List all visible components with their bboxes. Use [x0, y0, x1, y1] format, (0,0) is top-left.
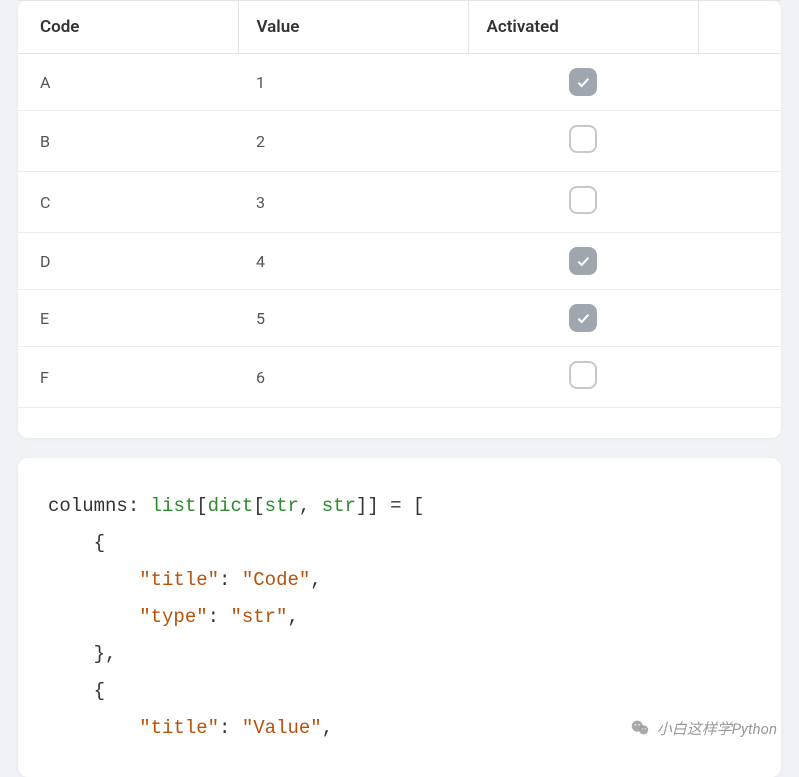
code-token: list — [151, 495, 197, 517]
data-table-card: Code Value Activated A1B2C3D4E5F6 — [18, 0, 781, 438]
cell-code: F — [18, 347, 238, 408]
code-token: ]] = [ — [356, 495, 424, 517]
code-token: { — [94, 532, 105, 554]
code-token: [ — [253, 495, 264, 517]
cell-code: A — [18, 54, 238, 111]
activated-checkbox[interactable] — [569, 186, 597, 214]
code-token: columns — [48, 495, 128, 517]
code-token: , — [310, 569, 321, 591]
code-token: : — [128, 495, 151, 517]
cell-extra — [698, 172, 781, 233]
cell-activated — [468, 290, 698, 347]
watermark-text: 小白这样学Python — [657, 718, 777, 739]
table-row: F6 — [18, 347, 781, 408]
cell-extra — [698, 347, 781, 408]
cell-extra — [698, 111, 781, 172]
table-row: A1 — [18, 54, 781, 111]
cell-value: 3 — [238, 172, 468, 233]
code-token: "Code" — [242, 569, 310, 591]
header-extra — [698, 1, 781, 54]
code-token: "str" — [230, 606, 287, 628]
code-token: : — [219, 569, 242, 591]
table-row: D4 — [18, 233, 781, 290]
activated-checkbox[interactable] — [569, 304, 597, 332]
code-token: }, — [94, 643, 117, 665]
code-token: dict — [208, 495, 254, 517]
code-token: str — [265, 495, 299, 517]
code-token: : — [208, 606, 231, 628]
header-code: Code — [18, 1, 238, 54]
code-token: , — [287, 606, 298, 628]
code-token: [ — [196, 495, 207, 517]
activated-checkbox[interactable] — [569, 361, 597, 389]
cell-value: 2 — [238, 111, 468, 172]
cell-value: 6 — [238, 347, 468, 408]
cell-activated — [468, 347, 698, 408]
data-table: Code Value Activated A1B2C3D4E5F6 — [18, 0, 781, 408]
cell-code: C — [18, 172, 238, 233]
activated-checkbox[interactable] — [569, 125, 597, 153]
table-row: B2 — [18, 111, 781, 172]
code-token: { — [94, 680, 105, 702]
table-row: E5 — [18, 290, 781, 347]
cell-code: E — [18, 290, 238, 347]
code-token: "type" — [139, 606, 207, 628]
cell-code: B — [18, 111, 238, 172]
code-token: "title" — [139, 717, 219, 739]
cell-activated — [468, 233, 698, 290]
code-token: , — [299, 495, 322, 517]
table-row: C3 — [18, 172, 781, 233]
cell-activated — [468, 172, 698, 233]
cell-code: D — [18, 233, 238, 290]
cell-activated — [468, 54, 698, 111]
activated-checkbox[interactable] — [569, 68, 597, 96]
code-token: "title" — [139, 569, 219, 591]
header-value: Value — [238, 1, 468, 54]
cell-activated — [468, 111, 698, 172]
cell-value: 5 — [238, 290, 468, 347]
code-token: str — [322, 495, 356, 517]
header-activated: Activated — [468, 1, 698, 54]
cell-value: 1 — [238, 54, 468, 111]
cell-extra — [698, 233, 781, 290]
code-token: : — [219, 717, 242, 739]
activated-checkbox[interactable] — [569, 247, 597, 275]
cell-extra — [698, 290, 781, 347]
code-token: "Value" — [242, 717, 322, 739]
cell-value: 4 — [238, 233, 468, 290]
code-token: , — [322, 717, 333, 739]
code-block: columns: list[dict[str, str]] = [ { "tit… — [48, 488, 751, 747]
cell-extra — [698, 54, 781, 111]
wechat-icon — [629, 717, 651, 739]
watermark: 小白这样学Python — [629, 717, 777, 739]
